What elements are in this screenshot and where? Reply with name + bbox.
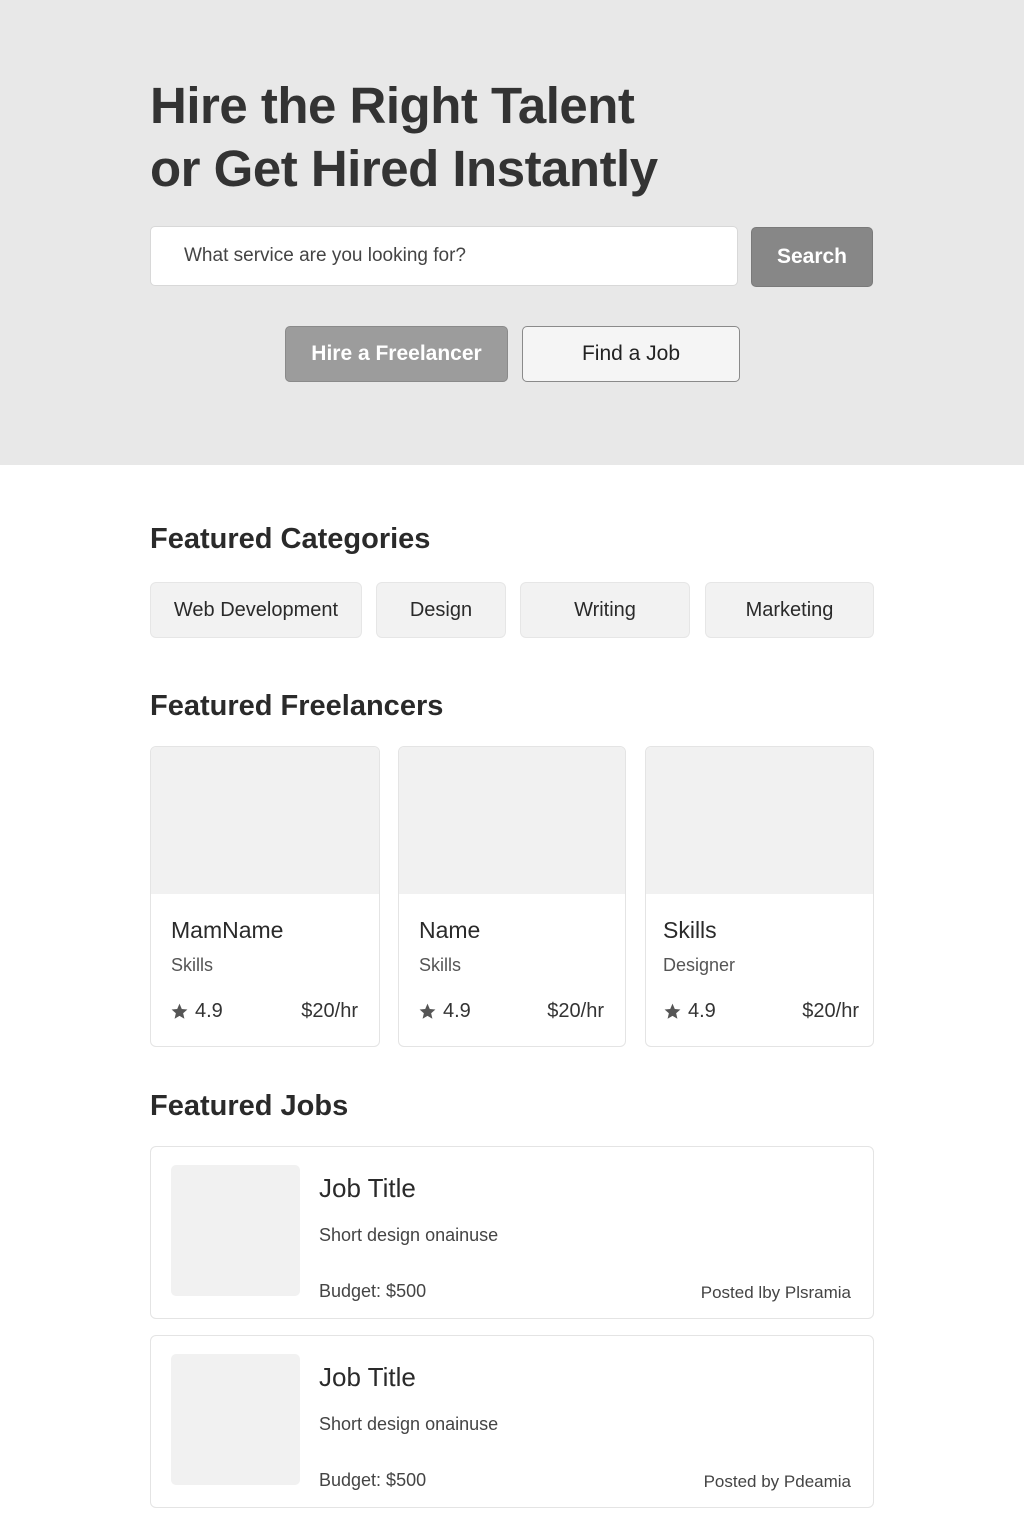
job-posted-by: Posted by Pdeamia <box>703 1472 851 1491</box>
search-button[interactable]: Search <box>751 227 873 287</box>
job-title: Job Title <box>319 1362 416 1392</box>
freelancer-name: Name <box>419 917 481 943</box>
job-card[interactable]: Job Title Short design onainuse Budget: … <box>150 1335 874 1508</box>
job-thumbnail-placeholder <box>171 1354 300 1485</box>
freelancer-card[interactable]: MamName Skills 4.9 $20/hr <box>150 746 380 1047</box>
hourly-rate: $20/hr <box>547 1000 604 1022</box>
freelancer-subtitle: Skills <box>171 955 214 975</box>
freelancer-rating: 4.9 <box>663 1000 716 1023</box>
category-chip-web-development[interactable]: Web Development <box>150 582 362 638</box>
freelancer-photo-placeholder <box>646 747 873 894</box>
star-icon <box>664 1003 681 1019</box>
job-description: Short design onainuse <box>319 1225 499 1245</box>
freelancer-card[interactable]: Name Skills 4.9 $20/hr <box>398 746 626 1047</box>
hourly-rate: $20/hr <box>802 1000 859 1022</box>
service-search-input[interactable] <box>150 226 738 286</box>
freelancer-photo-placeholder <box>151 747 379 894</box>
category-chip-writing[interactable]: Writing <box>520 582 690 638</box>
job-thumbnail-placeholder <box>171 1165 300 1296</box>
freelancer-photo-placeholder <box>399 747 625 894</box>
job-budget: Budget: $500 <box>319 1281 427 1301</box>
freelancer-card[interactable]: Skills Designer 4.9 $20/hr <box>645 746 874 1047</box>
hourly-rate: $20/hr <box>301 1000 358 1022</box>
jobs-heading: Featured Jobs <box>150 1090 349 1122</box>
rating-value: 4.9 <box>688 1000 716 1022</box>
category-chip-design[interactable]: Design <box>376 582 506 638</box>
freelancer-name: Skills <box>663 917 717 943</box>
star-icon <box>171 1003 188 1019</box>
hero-section: Hire the Right Talent or Get Hired Insta… <box>0 0 1024 465</box>
job-budget: Budget: $500 <box>319 1470 427 1490</box>
job-title: Job Title <box>319 1173 416 1203</box>
find-job-button[interactable]: Find a Job <box>522 326 740 382</box>
freelancer-rating: 4.9 <box>418 1000 471 1023</box>
job-card[interactable]: Job Title Short design onainuse Budget: … <box>150 1146 874 1319</box>
rating-value: 4.9 <box>443 1000 471 1022</box>
rating-value: 4.9 <box>195 1000 223 1022</box>
hero-title: Hire the Right Talent or Get Hired Insta… <box>150 74 850 200</box>
freelancer-subtitle: Skills <box>419 955 462 975</box>
job-description: Short design onainuse <box>319 1414 499 1434</box>
hire-freelancer-button[interactable]: Hire a Freelancer <box>285 326 508 382</box>
star-icon <box>419 1003 436 1019</box>
freelancer-name: MamName <box>171 917 284 943</box>
category-chip-marketing[interactable]: Marketing <box>705 582 874 638</box>
freelancer-rating: 4.9 <box>170 1000 223 1023</box>
freelancers-heading: Featured Freelancers <box>150 690 444 722</box>
hero-title-line-2: or Get Hired Instantly <box>150 140 658 197</box>
hero-title-line-1: Hire the Right Talent <box>150 77 635 134</box>
freelancer-subtitle: Designer <box>663 955 736 975</box>
job-posted-by: Posted lby Plsramia <box>700 1283 851 1302</box>
categories-heading: Featured Categories <box>150 523 431 555</box>
